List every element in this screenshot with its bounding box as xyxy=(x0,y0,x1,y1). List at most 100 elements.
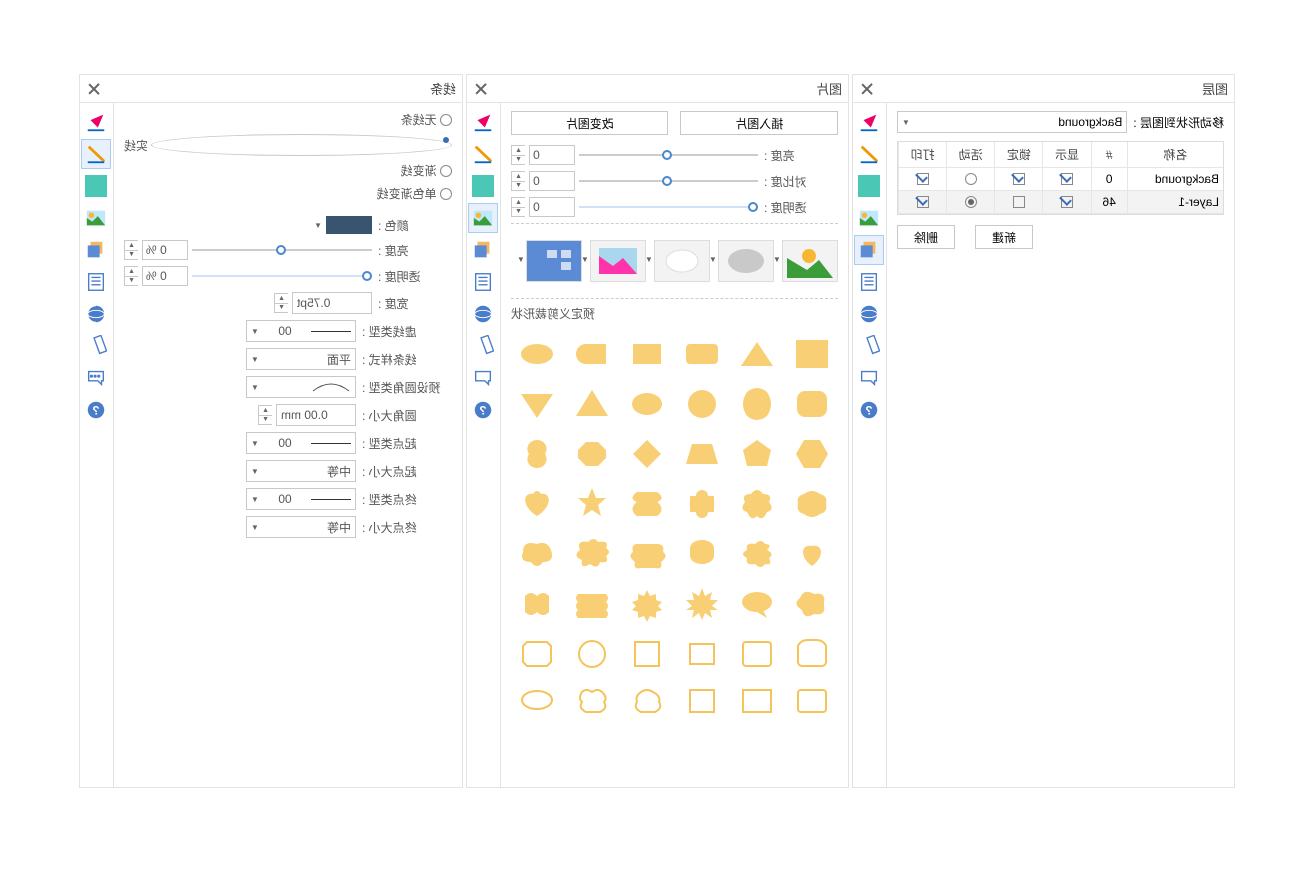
clip-shape[interactable] xyxy=(732,332,783,376)
line-tab-icon[interactable] xyxy=(855,139,885,169)
clip-shape[interactable] xyxy=(787,532,838,576)
corner-select[interactable]: ▼ xyxy=(246,376,356,398)
change-image-button[interactable]: 改变图片 xyxy=(511,111,669,135)
clip-shape[interactable] xyxy=(787,432,838,476)
clip-shape[interactable] xyxy=(732,582,783,626)
clip-shape[interactable] xyxy=(732,482,783,526)
clip-shape[interactable] xyxy=(677,682,728,726)
color-swatch[interactable] xyxy=(326,216,372,234)
table-row[interactable]: Layer-1 46 xyxy=(898,191,1223,214)
clip-shape[interactable] xyxy=(677,582,728,626)
clip-shape[interactable] xyxy=(787,632,838,676)
ruler-tab-icon[interactable] xyxy=(469,331,499,361)
clip-shape[interactable] xyxy=(787,482,838,526)
text-tab-icon[interactable] xyxy=(82,267,112,297)
clip-shape[interactable] xyxy=(677,482,728,526)
delete-layer-button[interactable]: 删除 xyxy=(897,225,955,249)
start-type-select[interactable]: 00▼ xyxy=(246,432,356,454)
clip-shape[interactable] xyxy=(511,382,562,426)
text-tab-icon[interactable] xyxy=(855,267,885,297)
start-size-select[interactable]: 中等▼ xyxy=(246,460,356,482)
filter-thumb[interactable]: ▼ xyxy=(654,240,710,282)
ruler-tab-icon[interactable] xyxy=(855,331,885,361)
filter-thumb[interactable]: ▼ xyxy=(590,240,646,282)
help-tab-icon[interactable]: ? xyxy=(82,395,112,425)
brightness-slider[interactable] xyxy=(192,243,372,257)
radio-no-line[interactable] xyxy=(440,114,452,126)
opacity-slider[interactable] xyxy=(192,269,372,283)
fill-tab-icon[interactable] xyxy=(82,107,112,137)
active-radio[interactable] xyxy=(965,173,977,185)
image-tab-icon[interactable] xyxy=(855,203,885,233)
end-type-select[interactable]: 00▼ xyxy=(246,488,356,510)
clip-shape[interactable] xyxy=(732,632,783,676)
clip-shape[interactable] xyxy=(621,332,672,376)
clip-shape[interactable] xyxy=(511,532,562,576)
radio-gradient-line[interactable] xyxy=(440,165,452,177)
clip-shape[interactable] xyxy=(621,382,672,426)
radio-solid-line[interactable] xyxy=(151,134,452,156)
clip-shape[interactable] xyxy=(566,682,617,726)
globe-tab-icon[interactable] xyxy=(855,299,885,329)
clip-shape[interactable] xyxy=(566,332,617,376)
brightness-value[interactable]: 0 % xyxy=(142,240,188,260)
radio-mono-gradient-line[interactable] xyxy=(440,188,452,200)
img-contrast-slider[interactable] xyxy=(579,174,758,188)
clip-shape[interactable] xyxy=(511,432,562,476)
clip-shape[interactable] xyxy=(566,532,617,576)
close-icon[interactable] xyxy=(473,81,489,97)
clip-shape[interactable] xyxy=(677,382,728,426)
clip-shape[interactable] xyxy=(511,582,562,626)
clip-shape[interactable] xyxy=(511,632,562,676)
clip-shape[interactable] xyxy=(787,582,838,626)
image-tab-icon[interactable] xyxy=(469,203,499,233)
shadow-tab-icon[interactable] xyxy=(855,171,885,201)
clip-shape[interactable] xyxy=(621,682,672,726)
clip-shape[interactable] xyxy=(732,682,783,726)
spin-buttons[interactable]: ▲▼ xyxy=(124,240,138,260)
clip-shape[interactable] xyxy=(787,382,838,426)
shadow-tab-icon[interactable] xyxy=(469,171,499,201)
clip-shape[interactable] xyxy=(787,332,838,376)
layer-tab-icon[interactable] xyxy=(855,235,885,265)
end-size-select[interactable]: 中等▼ xyxy=(246,516,356,538)
fill-tab-icon[interactable] xyxy=(469,107,499,137)
layer-tab-icon[interactable] xyxy=(82,235,112,265)
comment-tab-icon[interactable] xyxy=(82,363,112,393)
print-checkbox[interactable] xyxy=(917,173,929,185)
globe-tab-icon[interactable] xyxy=(469,299,499,329)
dash-select[interactable]: 00▼ xyxy=(246,320,356,342)
layer-tab-icon[interactable] xyxy=(469,235,499,265)
clip-shape[interactable] xyxy=(677,432,728,476)
fill-tab-icon[interactable] xyxy=(855,107,885,137)
clip-shape[interactable] xyxy=(511,682,562,726)
clip-shape[interactable] xyxy=(732,382,783,426)
show-checkbox[interactable] xyxy=(1061,196,1073,208)
corner-size-input[interactable]: 0.00 mm xyxy=(276,404,356,426)
clip-shape[interactable] xyxy=(677,632,728,676)
print-checkbox[interactable] xyxy=(917,196,929,208)
clip-shape[interactable] xyxy=(621,632,672,676)
lock-checkbox[interactable] xyxy=(1013,173,1025,185)
clip-shape[interactable] xyxy=(566,632,617,676)
help-tab-icon[interactable]: ? xyxy=(469,395,499,425)
clip-shape[interactable] xyxy=(566,432,617,476)
clip-shape[interactable] xyxy=(566,382,617,426)
clip-shape[interactable] xyxy=(621,482,672,526)
clip-shape[interactable] xyxy=(511,482,562,526)
opacity-value[interactable]: 0 % xyxy=(142,266,188,286)
active-radio[interactable] xyxy=(965,196,977,208)
lock-checkbox[interactable] xyxy=(1013,196,1025,208)
shadow-tab-icon[interactable] xyxy=(82,171,112,201)
clip-shape[interactable] xyxy=(787,682,838,726)
clip-shape[interactable] xyxy=(566,482,617,526)
table-row[interactable]: Background 0 xyxy=(898,168,1223,191)
clip-shape[interactable] xyxy=(677,332,728,376)
clip-shape[interactable] xyxy=(621,432,672,476)
globe-tab-icon[interactable] xyxy=(82,299,112,329)
new-layer-button[interactable]: 新建 xyxy=(975,225,1033,249)
line-tab-icon[interactable] xyxy=(82,139,112,169)
clip-shape[interactable] xyxy=(732,532,783,576)
insert-image-button[interactable]: 插入图片 xyxy=(681,111,839,135)
style-select[interactable]: 平面▼ xyxy=(246,348,356,370)
